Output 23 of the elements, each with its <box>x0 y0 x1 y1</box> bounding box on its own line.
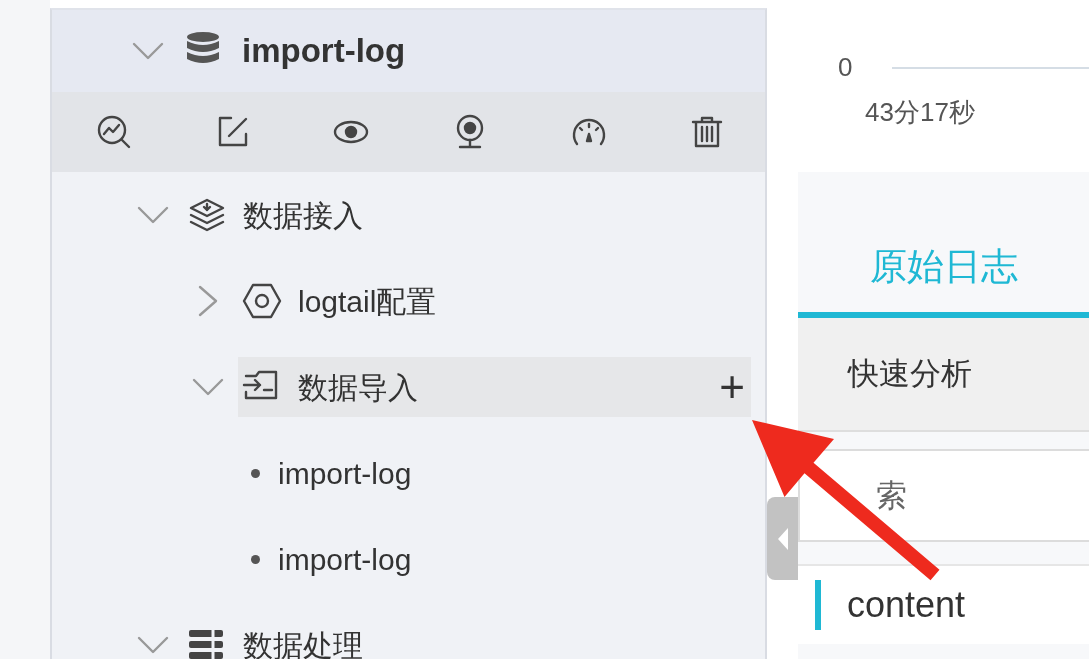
tree-item[interactable]: 数据接入 <box>243 192 363 238</box>
tree-item-highlight[interactable]: 数据导入 + <box>238 357 751 417</box>
axis-tick-label: 0 <box>838 51 853 84</box>
search-field[interactable]: 索 <box>798 449 1089 542</box>
chevron-down-icon[interactable] <box>137 206 169 224</box>
chevron-down-icon[interactable] <box>192 378 224 396</box>
add-button[interactable]: + <box>719 365 745 409</box>
tree-item[interactable]: 数据处理 <box>243 622 363 659</box>
project-name: import-log <box>242 31 406 72</box>
chevron-down-icon[interactable] <box>137 636 169 654</box>
bullet-icon <box>251 554 260 564</box>
tree-item[interactable]: import-log <box>278 536 412 582</box>
hexagon-gear-icon <box>242 282 282 320</box>
section-title: 快速分析 <box>798 318 1089 432</box>
tree-item[interactable]: logtail配置 <box>298 278 437 324</box>
search-chart-icon[interactable] <box>96 114 133 150</box>
collapse-handle[interactable] <box>767 497 799 580</box>
tree-item[interactable]: 数据导入 <box>298 364 418 410</box>
layers-icon <box>187 196 227 234</box>
tree-item[interactable]: import-log <box>278 450 412 496</box>
time-label: 43分17秒 <box>865 96 976 129</box>
chevron-right-icon[interactable] <box>198 285 218 317</box>
bullet-icon <box>251 468 260 478</box>
